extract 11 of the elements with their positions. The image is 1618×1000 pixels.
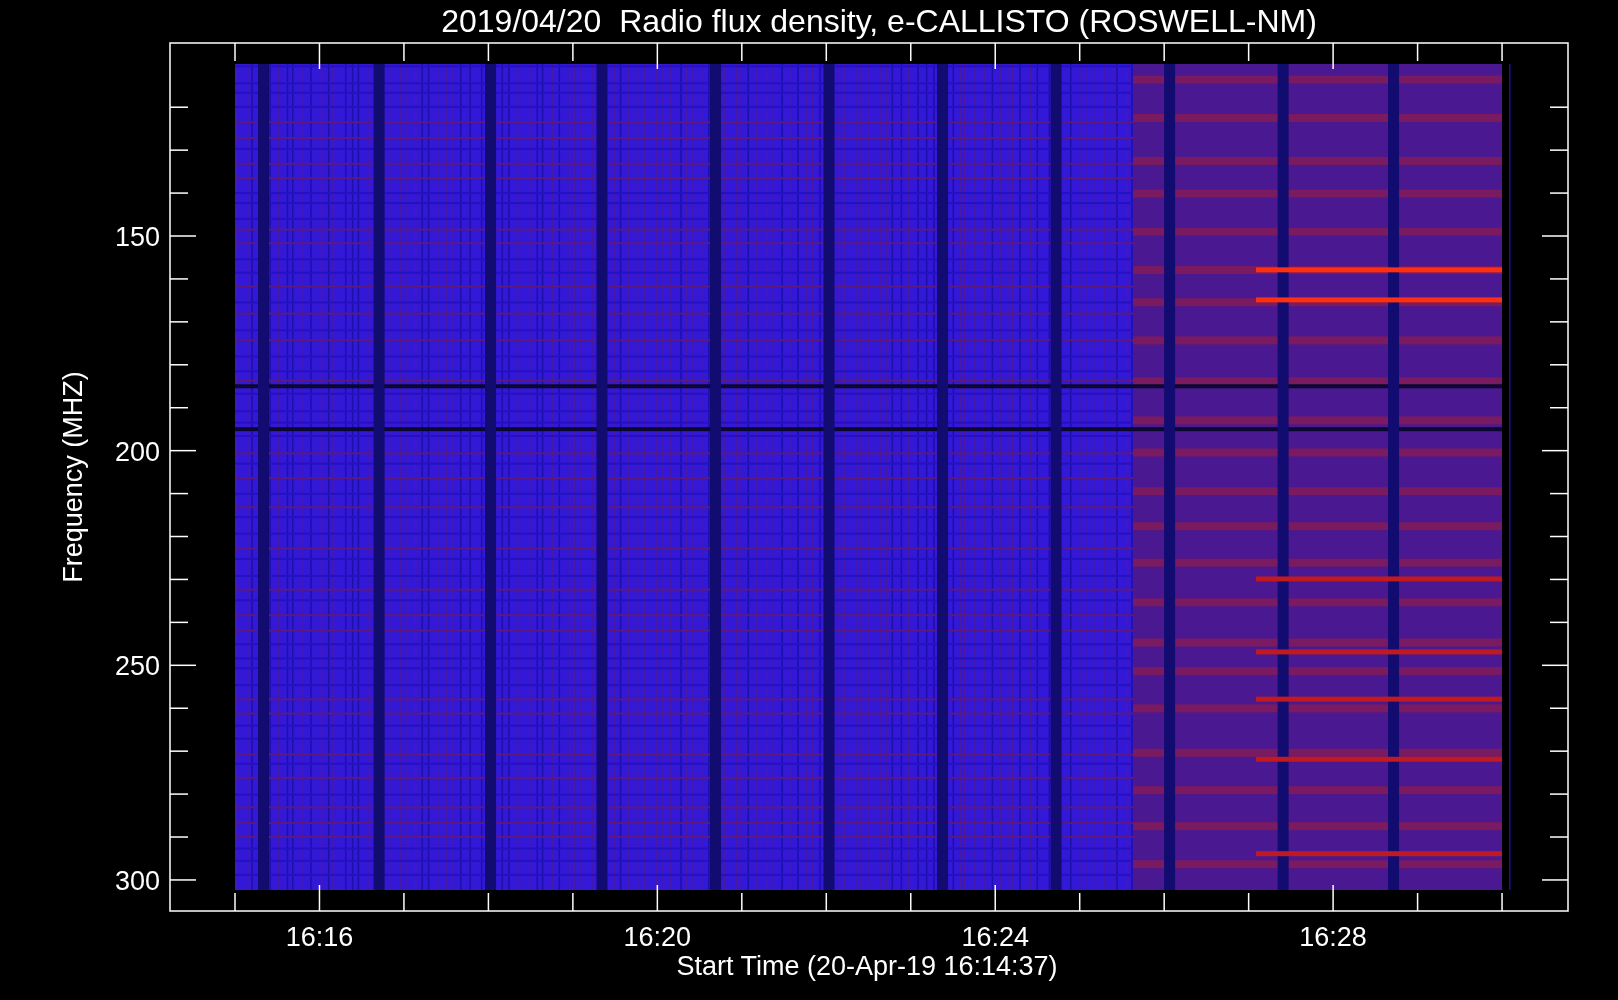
tick-label: 16:24 <box>961 922 1029 952</box>
tick-label: 250 <box>114 651 160 682</box>
tick-label: 150 <box>114 222 160 252</box>
axis-label: Frequency (MHZ) <box>58 371 88 583</box>
tick-label: 200 <box>114 436 160 467</box>
tick-label: 16:20 <box>623 922 692 952</box>
tick-label: 16:16 <box>285 922 354 952</box>
tick-label: 16:28 <box>1299 922 1367 952</box>
axis-label: Start Time (20-Apr-19 16:14:37) <box>676 951 1058 981</box>
chart-title: 2019/04/20 Radio flux density, e-CALLISTO (ROSWELL-NM) <box>441 3 1317 39</box>
tick-label: 300 <box>114 865 160 896</box>
